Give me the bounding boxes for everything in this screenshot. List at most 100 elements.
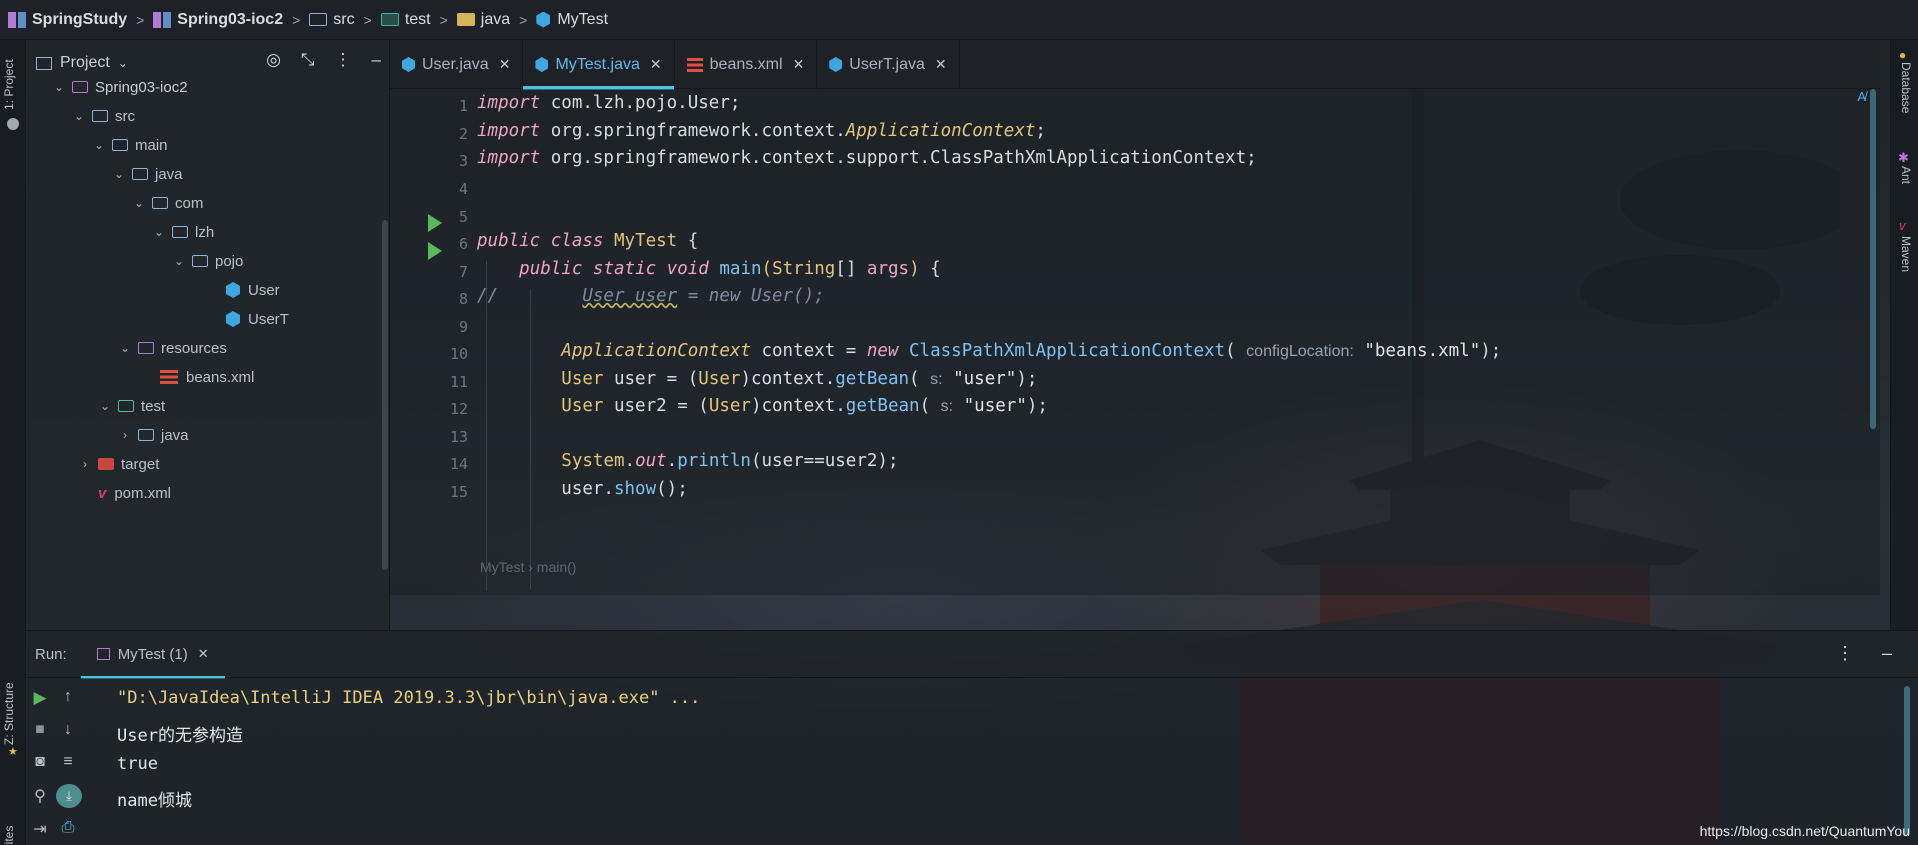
run-class-icon[interactable] [428,214,442,232]
tree-item-pom-xml[interactable]: v pom.xml [98,478,171,508]
line-number: 11 [449,373,468,391]
code-editor[interactable]: 1 2 3 4 5 6 7 8 9 10 11 12 13 14 15 impo… [390,89,1880,595]
hide-panel-icon[interactable]: – [1882,643,1892,664]
chevron-right-icon[interactable]: › [118,428,132,442]
tree-item-beans-xml[interactable]: beans.xml [160,362,254,392]
close-icon[interactable]: ✕ [499,56,511,73]
camera-icon[interactable]: ◙ [28,753,52,771]
scroll-to-end-icon[interactable]: ⤓ [56,784,82,808]
project-scrollbar[interactable] [382,220,388,570]
print-icon[interactable]: ⎙ [56,819,80,837]
stop-icon[interactable]: ■ [28,721,52,739]
module-icon [153,11,172,28]
database-tool-button[interactable]: Database [1899,62,1913,113]
close-icon[interactable]: ✕ [650,56,662,73]
class-icon [536,11,551,28]
chevron-down-icon[interactable]: ⌄ [118,341,132,355]
tab-usert-java[interactable]: UserT.java ✕ [817,40,960,89]
breadcrumb-src[interactable]: src [309,0,355,40]
chevron-down-icon[interactable]: ⌄ [98,399,112,413]
chevron-right-icon[interactable]: › [78,457,92,471]
up-arrow-icon[interactable]: ↑ [56,688,80,706]
tree-item-resources[interactable]: ⌄ resources [118,333,227,363]
param-hint: configLocation: [1246,343,1354,360]
tab-beans-xml[interactable]: beans.xml ✕ [675,40,818,89]
tab-user-java[interactable]: User.java ✕ [390,40,524,89]
project-tool-button[interactable]: 1: Project [2,59,16,110]
tree-item-test-java[interactable]: › java [118,420,189,450]
tree-item-target[interactable]: › target [78,449,159,479]
tree-item-java[interactable]: ⌄ java [112,159,183,189]
chevron-down-icon[interactable]: ⌄ [118,56,128,70]
close-icon[interactable]: ✕ [198,646,209,662]
xml-icon [686,57,703,72]
folder-icon [112,139,128,151]
exit-icon[interactable]: ⇥ [28,819,52,839]
tree-item-main[interactable]: ⌄ main [92,130,168,160]
favorites-tool-button[interactable]: Favorites [2,826,16,845]
editor-breadcrumb-method[interactable]: main() [537,559,577,575]
tree-item-lzh[interactable]: ⌄ lzh [152,217,214,247]
chevron-down-icon[interactable]: ⌄ [92,138,106,152]
reader-mode-icon[interactable]: A̸ [1857,89,1866,104]
run-label: Run: [35,645,67,663]
run-tab-mytest[interactable]: MyTest (1) ✕ [80,630,225,679]
project-view-selector[interactable]: Project [60,54,110,72]
hide-panel-icon[interactable]: – [372,50,381,70]
tree-item-src[interactable]: ⌄ src [72,101,135,131]
maven-tool-button[interactable]: Maven [1899,236,1913,272]
editor-scrollbar[interactable] [1870,89,1876,429]
pin-icon[interactable]: ⚲ [28,786,52,806]
line-number: 15 [449,483,468,501]
tree-item-usert[interactable]: UserT [226,304,289,334]
run-main-icon[interactable] [428,242,442,260]
chevron-down-icon[interactable]: ⌄ [72,109,86,123]
line-number: 10 [449,345,468,363]
chevron-down-icon[interactable]: ⌄ [52,80,66,94]
code-line-3: import org.springframework.context.suppo… [477,148,1257,168]
excluded-folder-icon [98,458,114,470]
soft-wrap-icon[interactable]: ≡ [56,753,80,771]
close-icon[interactable]: ✕ [793,56,805,73]
breadcrumb-springstudy[interactable]: SpringStudy [8,0,127,40]
tree-item-test[interactable]: ⌄ test [98,391,165,421]
editor-breadcrumb-class[interactable]: MyTest [480,559,524,575]
chevron-down-icon[interactable]: ⌄ [172,254,186,268]
tree-item-user[interactable]: User [226,275,280,305]
tree-item-com[interactable]: ⌄ com [132,188,203,218]
ant-tool-button[interactable]: Ant [1899,166,1913,184]
code-line-12: User user2 = (User)context.getBean( s: "… [561,396,1048,416]
structure-tool-button[interactable]: Z: Structure [2,682,16,745]
options-menu-icon[interactable]: ⋮ [1836,643,1854,664]
package-icon [152,197,168,209]
code-line-8: // User user = new User(); [477,286,825,306]
tree-item-spring03-ioc2[interactable]: ⌄ Spring03-ioc2 [52,72,188,102]
down-arrow-icon[interactable]: ↓ [56,721,80,739]
tab-mytest-java[interactable]: MyTest.java ✕ [523,40,675,90]
rerun-icon[interactable]: ▶ [28,688,52,708]
code-line-1: import com.lzh.pojo.User; [477,93,741,113]
collapse-all-icon[interactable]: ⤡ [301,50,315,70]
tree-item-pojo[interactable]: ⌄ pojo [172,246,243,276]
console-line-output: User的无参构造 [117,726,243,746]
breadcrumb-test[interactable]: test [380,0,431,40]
chevron-down-icon[interactable]: ⌄ [152,225,166,239]
source-folder-icon [92,110,108,122]
locate-icon[interactable]: ◎ [266,50,281,70]
breadcrumb-mytest[interactable]: MyTest [536,0,608,40]
chevron-down-icon[interactable]: ⌄ [112,167,126,181]
console-line-output: name倾城 [117,791,192,811]
java-class-icon [829,57,843,72]
java-class-icon [226,311,240,327]
run-console[interactable]: ▶ ↑ ■ ↓ ◙ ≡ ⚲ ⤓ ⇥ ⎙ "D:\JavaIdea\Intelli… [26,678,1918,845]
chevron-right-icon: > [519,11,528,28]
editor-tabs: User.java ✕ MyTest.java ✕ beans.xml ✕ Us… [390,40,1880,90]
close-icon[interactable]: ✕ [935,56,947,73]
breadcrumb-spring03-ioc2[interactable]: Spring03-ioc2 [153,0,283,40]
project-panel: Project ⌄ ◎ ⤡ ⋮ – ⌄ Spring03-ioc2 ⌄ src … [26,40,390,630]
console-scrollbar[interactable] [1904,686,1910,836]
chevron-right-icon: > [439,11,448,28]
chevron-down-icon[interactable]: ⌄ [132,196,146,210]
options-menu-icon[interactable]: ⋮ [335,50,352,70]
breadcrumb-java[interactable]: java [456,0,510,40]
